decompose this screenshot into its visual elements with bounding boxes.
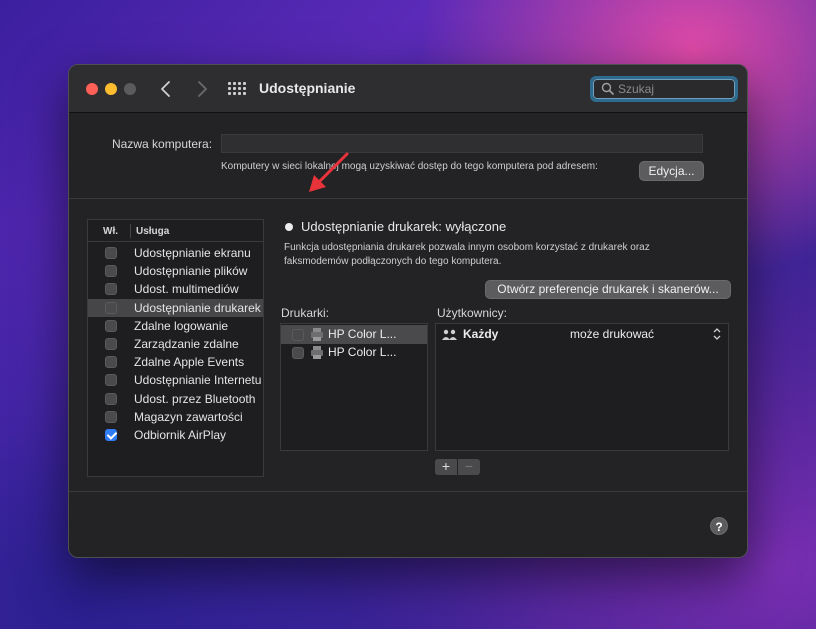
service-label: Udostępnianie drukarek <box>134 300 261 315</box>
services-header: Wł. Usługa <box>88 220 263 242</box>
grid-icon[interactable] <box>228 82 246 96</box>
remove-user-button[interactable]: − <box>458 459 480 475</box>
status-indicator <box>285 223 293 231</box>
printers-label: Drukarki: <box>281 306 330 320</box>
printer-label: HP Color L... <box>328 345 397 359</box>
service-checkbox[interactable] <box>105 374 117 387</box>
service-checkbox[interactable] <box>105 301 117 314</box>
service-label: Zdalne Apple Events <box>134 355 245 370</box>
printer-icon <box>311 346 323 359</box>
header-on: Wł. <box>103 226 118 237</box>
service-row[interactable]: Zdalne Apple Events <box>88 353 263 371</box>
users-list[interactable]: Każdy może drukować <box>435 323 729 451</box>
user-name: Każdy <box>463 327 499 341</box>
service-checkbox[interactable] <box>105 392 117 405</box>
edit-button[interactable]: Edycja... <box>639 161 704 181</box>
service-row[interactable]: Zarządzanie zdalne <box>88 335 263 353</box>
service-row[interactable]: Zdalne logowanie <box>88 317 263 335</box>
service-status: Udostępnianie drukarek: wyłączone <box>301 219 507 234</box>
printer-icon <box>311 328 323 341</box>
service-row[interactable]: Udostępnianie Internetu <box>88 371 263 389</box>
chevron-right-icon <box>198 81 207 97</box>
help-button[interactable]: ? <box>710 517 728 535</box>
service-checkbox[interactable] <box>105 410 117 423</box>
service-label: Zdalne logowanie <box>134 318 229 333</box>
service-row[interactable]: Odbiornik AirPlay <box>88 426 263 444</box>
updown-chevron-icon[interactable] <box>712 327 722 341</box>
service-label: Udost. przez Bluetooth <box>134 391 256 406</box>
search-box[interactable] <box>590 76 738 102</box>
titlebar: Udostępnianie <box>69 65 747 113</box>
service-label: Udostępnianie Internetu <box>134 373 262 388</box>
service-label: Odbiornik AirPlay <box>134 428 227 442</box>
service-checkbox[interactable] <box>105 283 117 296</box>
footer: ? <box>69 491 747 557</box>
search-input[interactable] <box>618 80 728 98</box>
computer-name-field[interactable] <box>221 134 703 153</box>
service-label: Udostępnianie ekranu <box>134 246 251 260</box>
user-permission[interactable]: może drukować <box>570 327 654 341</box>
service-label: Udostępnianie plików <box>134 264 248 279</box>
service-row[interactable]: Udost. multimediów <box>88 280 263 298</box>
open-printer-prefs-button[interactable]: Otwórz preferencje drukarek i skanerów..… <box>485 280 731 299</box>
zoom-button[interactable] <box>124 83 136 95</box>
service-checkbox[interactable] <box>105 265 117 278</box>
forward-button[interactable] <box>191 78 213 100</box>
window-title: Udostępnianie <box>259 80 356 96</box>
search-icon <box>601 82 614 95</box>
service-checkbox[interactable] <box>105 319 117 332</box>
header-service: Usługa <box>136 226 170 237</box>
service-label: Udost. multimediów <box>134 282 239 297</box>
printer-checkbox[interactable] <box>292 347 304 359</box>
back-button[interactable] <box>155 78 177 100</box>
printer-checkbox[interactable] <box>292 329 304 341</box>
service-checkbox[interactable] <box>105 356 117 369</box>
close-button[interactable] <box>86 83 98 95</box>
user-row[interactable]: Każdy może drukować <box>436 326 728 344</box>
printer-row[interactable]: HP Color L... <box>281 343 427 362</box>
service-row[interactable]: Udostępnianie ekranu <box>88 244 263 262</box>
computer-name-section: Nazwa komputera: Komputery w sieci lokal… <box>69 113 747 199</box>
service-row[interactable]: Udostępnianie drukarek <box>88 298 263 317</box>
printers-list[interactable]: HP Color L... HP Color L... <box>280 323 428 451</box>
printer-row[interactable]: HP Color L... <box>281 325 427 344</box>
group-icon <box>442 329 457 340</box>
sharing-main: Wł. Usługa Udostępnianie ekranu Udostępni… <box>69 199 747 491</box>
annotation-arrow-icon <box>309 152 349 192</box>
services-list[interactable]: Wł. Usługa Udostępnianie ekranu Udostępni… <box>87 219 264 477</box>
service-checkbox[interactable] <box>105 429 117 441</box>
service-checkbox[interactable] <box>105 338 117 350</box>
computer-name-label: Nazwa komputera: <box>112 137 213 151</box>
service-row[interactable]: Udost. przez Bluetooth <box>88 390 263 408</box>
sharing-window: Udostępnianie Nazwa komputera: Komputery… <box>68 64 748 558</box>
service-row[interactable]: Udostępnianie plików <box>88 262 263 280</box>
service-label: Zarządzanie zdalne <box>134 337 239 351</box>
users-label: Użytkownicy: <box>437 306 508 320</box>
service-description: Funkcja udostępniania drukarek pozwala i… <box>284 242 650 267</box>
chevron-left-icon <box>161 81 170 97</box>
service-checkbox[interactable] <box>105 247 117 259</box>
service-label: Magazyn zawartości <box>134 409 243 424</box>
printer-label: HP Color L... <box>328 327 397 341</box>
add-user-button[interactable]: + <box>435 459 457 475</box>
computer-name-note: Komputery w sieci lokalnej mogą uzyskiwa… <box>221 161 598 172</box>
minimize-button[interactable] <box>105 83 117 95</box>
service-row[interactable]: Magazyn zawartości <box>88 408 263 426</box>
